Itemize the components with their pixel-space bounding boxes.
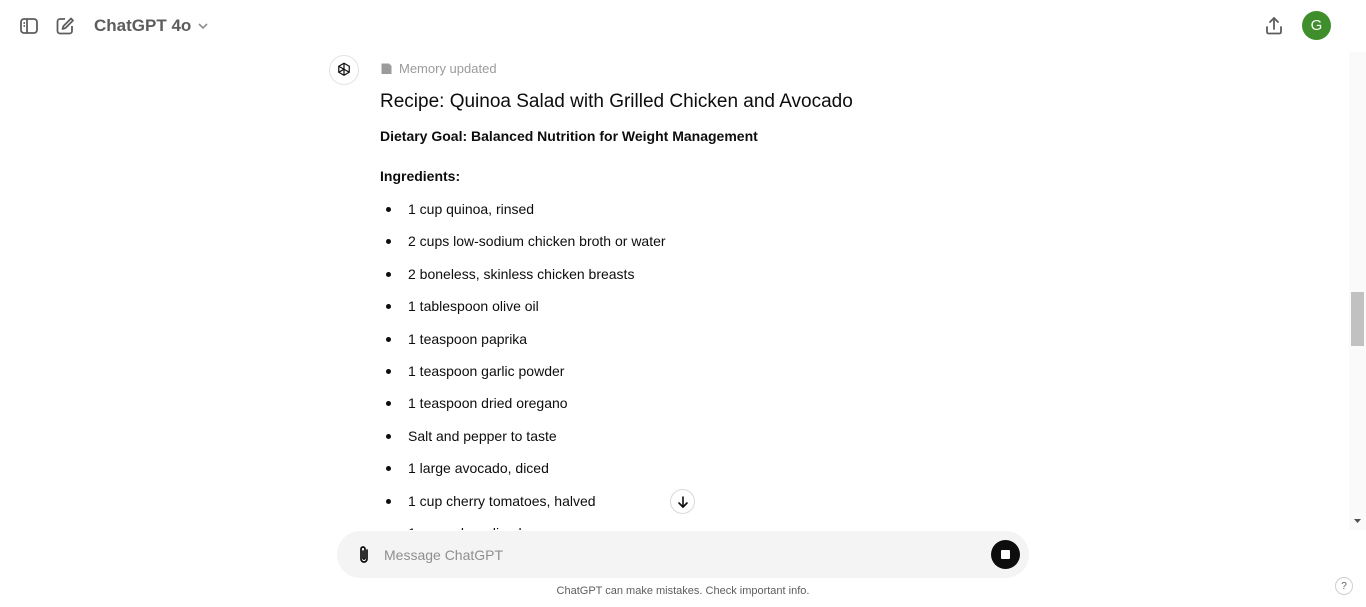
scroll-to-bottom-button[interactable] — [670, 489, 695, 514]
user-avatar[interactable]: G — [1302, 11, 1331, 40]
ingredient-item: 1 cup quinoa, rinsed — [380, 193, 1030, 225]
ingredient-item: 1 teaspoon dried oregano — [380, 387, 1030, 419]
help-icon: ? — [1341, 580, 1347, 592]
share-button[interactable] — [1261, 13, 1287, 39]
scrollbar-track[interactable] — [1349, 52, 1366, 530]
ingredient-item: 2 boneless, skinless chicken breasts — [380, 258, 1030, 290]
ingredient-item: 2 cups low-sodium chicken broth or water — [380, 225, 1030, 257]
avatar-initial: G — [1310, 17, 1323, 34]
new-chat-icon — [56, 17, 74, 35]
openai-logo-icon — [338, 62, 350, 76]
ingredients-heading: Ingredients: — [380, 168, 461, 184]
paperclip-icon — [360, 546, 368, 563]
scrollbar-down-arrow-icon[interactable] — [1352, 517, 1363, 526]
chevron-down-icon — [198, 23, 208, 30]
ingredient-item: 1 teaspoon paprika — [380, 323, 1030, 355]
ingredients-list: 1 cup quinoa, rinsed 2 cups low-sodium c… — [380, 193, 1030, 530]
stop-generating-button[interactable] — [991, 540, 1020, 569]
stop-icon — [1001, 550, 1010, 559]
model-name: ChatGPT 4o — [94, 16, 192, 35]
conversation-area: Memory updated Recipe: Quinoa Salad with… — [0, 52, 1366, 530]
ingredient-item: 1 cucumber, diced — [380, 517, 1030, 530]
memory-icon — [381, 63, 392, 74]
recipe-title: Recipe: Quinoa Salad with Grilled Chicke… — [380, 91, 853, 112]
arrow-down-icon — [677, 495, 688, 508]
scrollbar-thumb[interactable] — [1351, 292, 1364, 346]
top-bar: ChatGPT 4o G — [0, 0, 1366, 52]
ingredient-item: Salt and pepper to taste — [380, 420, 1030, 452]
disclaimer-text: ChatGPT can make mistakes. Check importa… — [556, 585, 810, 597]
message-input[interactable] — [384, 541, 964, 568]
sidebar-toggle-icon — [20, 18, 38, 34]
ingredient-item: 1 large avocado, diced — [380, 452, 1030, 484]
assistant-message: Memory updated Recipe: Quinoa Salad with… — [380, 52, 1030, 531]
memory-label: Memory updated — [399, 60, 497, 76]
memory-updated-indicator[interactable]: Memory updated — [380, 52, 1030, 84]
ingredient-item: 1 tablespoon olive oil — [380, 290, 1030, 322]
assistant-avatar — [329, 55, 359, 85]
sidebar-toggle-button[interactable] — [16, 13, 42, 39]
help-button[interactable]: ? — [1335, 577, 1353, 595]
ingredient-item: 1 teaspoon garlic powder — [380, 355, 1030, 387]
share-icon — [1266, 17, 1282, 35]
model-selector[interactable]: ChatGPT 4o — [88, 13, 215, 39]
new-chat-button[interactable] — [52, 13, 78, 39]
dietary-goal: Dietary Goal: Balanced Nutrition for Wei… — [380, 128, 758, 144]
ingredient-item: 1 cup cherry tomatoes, halved — [380, 485, 1030, 517]
message-composer — [337, 531, 1029, 578]
attach-button[interactable] — [352, 543, 376, 567]
